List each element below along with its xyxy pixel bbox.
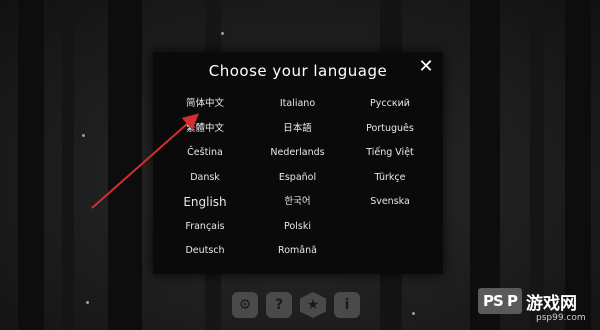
language-option-nl[interactable]: Nederlands	[251, 141, 344, 166]
language-option-sv[interactable]: Svenska	[352, 190, 428, 215]
help-icon[interactable]: ?	[266, 292, 292, 318]
site-watermark: PS P 游戏网 psp99.com	[478, 286, 600, 330]
language-option-pl[interactable]: Polski	[251, 215, 344, 240]
tree-trunk	[62, 0, 74, 330]
tree-trunk	[565, 0, 591, 330]
firefly-dot	[86, 301, 89, 304]
watermark-name: 游戏网	[526, 294, 577, 314]
language-option-zh-hans[interactable]: 简体中文	[167, 92, 243, 117]
language-option-ko[interactable]: 한국어	[251, 190, 344, 215]
info-icon[interactable]: i	[334, 292, 360, 318]
gear-icon[interactable]: ⚙	[232, 292, 258, 318]
bottom-menu: ⚙ ? ★ i	[232, 292, 360, 318]
tree-trunk	[108, 0, 142, 330]
tree-trunk	[470, 0, 500, 330]
language-option-en[interactable]: English	[167, 190, 243, 215]
star-icon[interactable]: ★	[300, 292, 326, 318]
close-icon[interactable]: ✕	[417, 58, 435, 76]
language-option-tr[interactable]: Türkçe	[352, 166, 428, 191]
firefly-dot	[221, 32, 224, 35]
language-option-zh-hant[interactable]: 繁體中文	[167, 117, 243, 142]
language-grid: 简体中文 Italiano Русский 繁體中文 日本語 Português…	[167, 92, 429, 264]
watermark-logo: PS P	[478, 288, 522, 314]
language-option-es[interactable]: Español	[251, 166, 344, 191]
language-dialog: Choose your language ✕ 简体中文 Italiano Рус…	[153, 52, 443, 274]
language-option-fr[interactable]: Français	[167, 215, 243, 240]
tree-trunk	[530, 0, 544, 330]
language-option-da[interactable]: Dansk	[167, 166, 243, 191]
language-option-de[interactable]: Deutsch	[167, 239, 243, 264]
empty-cell	[352, 239, 428, 264]
language-option-it[interactable]: Italiano	[251, 92, 344, 117]
dialog-title: Choose your language	[208, 62, 388, 80]
language-option-cs[interactable]: Čeština	[167, 141, 243, 166]
tree-trunk	[18, 0, 44, 330]
language-option-ja[interactable]: 日本語	[251, 117, 344, 142]
language-option-vi[interactable]: Tiếng Việt	[352, 141, 428, 166]
firefly-dot	[82, 134, 85, 137]
language-option-ro[interactable]: Română	[251, 239, 344, 264]
language-option-ru[interactable]: Русский	[352, 92, 428, 117]
empty-cell	[352, 215, 428, 240]
firefly-dot	[412, 312, 415, 315]
watermark-url: psp99.com	[536, 313, 586, 323]
language-option-pt[interactable]: Português	[352, 117, 428, 142]
